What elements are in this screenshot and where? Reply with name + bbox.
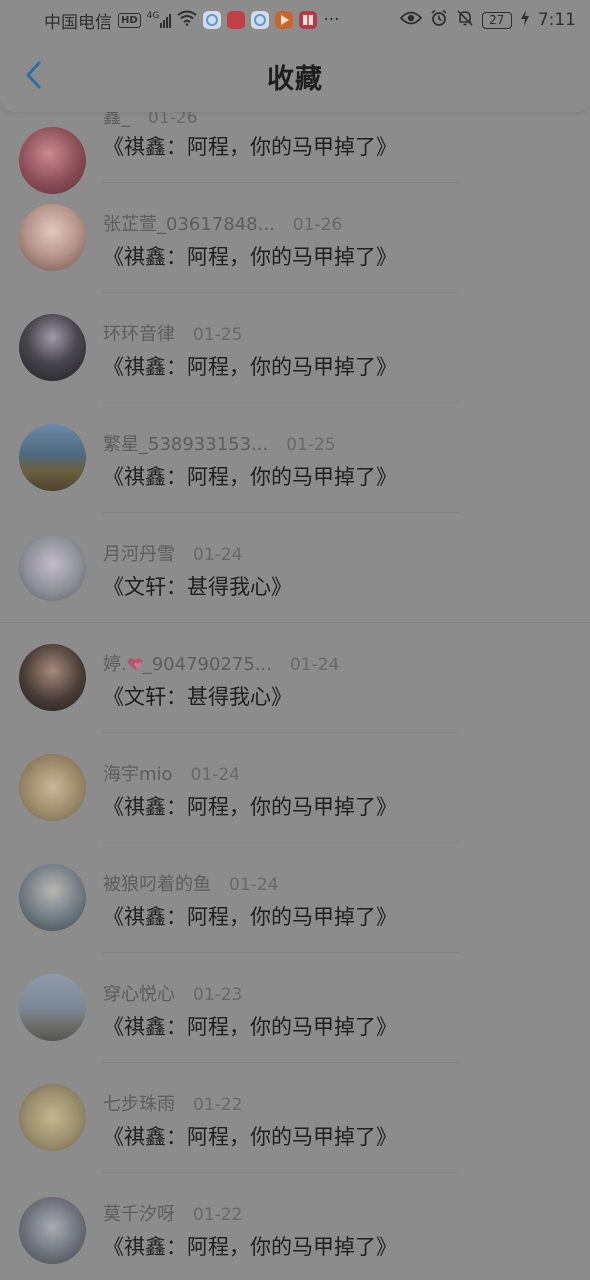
date: 01-23 xyxy=(193,985,243,1005)
wifi-icon xyxy=(177,10,197,31)
item-meta: 莫千汐呀 01-22 xyxy=(103,1200,242,1226)
list-item[interactable]: 张芷萱_03617848... 01-26 《祺鑫：阿程，你的马甲掉了》 xyxy=(0,183,590,293)
date: 01-24 xyxy=(193,545,243,565)
username: 繁星_538933153... xyxy=(103,434,269,455)
battery-indicator: 27 xyxy=(481,11,512,29)
item-title: 《文轩：甚得我心》 xyxy=(103,575,292,599)
list-item[interactable]: 穿心悦心 01-23 《祺鑫：阿程，你的马甲掉了》 xyxy=(0,953,590,1063)
item-meta: 月河丹雪 01-24 xyxy=(103,540,242,566)
list-item[interactable]: 莫千汐呀 01-22 《祺鑫：阿程，你的马甲掉了》 xyxy=(0,1173,590,1280)
eye-icon xyxy=(399,10,423,31)
bell-off-icon xyxy=(456,9,474,32)
avatar xyxy=(19,974,86,1041)
username: 穿心悦心 xyxy=(103,984,175,1005)
item-title: 《祺鑫：阿程，你的马甲掉了》 xyxy=(103,905,397,929)
item-title: 《文轩：甚得我心》 xyxy=(103,685,292,709)
app-icon-browser-2 xyxy=(251,11,270,29)
username: 莫千汐呀 xyxy=(103,1204,175,1225)
avatar xyxy=(19,534,86,601)
item-title: 《祺鑫：阿程，你的马甲掉了》 xyxy=(103,795,397,819)
list-item[interactable]: 被狼叼着的鱼 01-24 《祺鑫：阿程，你的马甲掉了》 xyxy=(0,843,590,953)
username: 七步珠雨 xyxy=(103,1094,175,1115)
list-item[interactable]: 环环音律 01-25 《祺鑫：阿程，你的马甲掉了》 xyxy=(0,293,590,403)
date: 01-24 xyxy=(289,655,340,675)
avatar xyxy=(19,1197,86,1264)
item-title: 《祺鑫：阿程，你的马甲掉了》 xyxy=(103,1125,397,1149)
status-bar: 中国电信 HD 4G ··· 27 7:11 xyxy=(0,0,590,40)
list-item[interactable]: 海宇mio 01-24 《祺鑫：阿程，你的马甲掉了》 xyxy=(0,733,590,843)
item-title: 《祺鑫：阿程，你的马甲掉了》 xyxy=(103,135,397,159)
item-meta: 穿心悦心 01-23 xyxy=(103,980,242,1006)
item-title: 《祺鑫：阿程，你的马甲掉了》 xyxy=(103,355,397,379)
date: 01-24 xyxy=(229,875,279,895)
lightning-icon xyxy=(520,9,530,31)
avatar xyxy=(19,1084,86,1151)
list-item[interactable]: 月河丹雪 01-24 《文轩：甚得我心》 xyxy=(0,513,590,623)
heart-icon xyxy=(127,655,143,670)
alarm-icon xyxy=(430,9,448,32)
chevron-left-icon xyxy=(24,60,42,94)
item-meta: 张芷萱_03617848... 01-26 xyxy=(103,210,342,236)
app-icon-red xyxy=(227,11,246,29)
item-title: 《祺鑫：阿程，你的马甲掉了》 xyxy=(103,1015,397,1039)
list-item[interactable]: 七步珠雨 01-22 《祺鑫：阿程，你的马甲掉了》 xyxy=(0,1063,590,1173)
item-title: 《祺鑫：阿程，你的马甲掉了》 xyxy=(103,1235,397,1259)
date: 01-26 xyxy=(292,215,343,235)
signal-icon: 4G xyxy=(147,12,172,28)
list-item[interactable]: 婷. _904790275... 01-24 《文轩：甚得我心》 xyxy=(0,623,590,733)
username: 海宇mio xyxy=(103,764,173,785)
date: 01-24 xyxy=(190,765,240,785)
date: 01-25 xyxy=(193,325,243,345)
item-title: 《祺鑫：阿程，你的马甲掉了》 xyxy=(103,245,397,269)
item-meta: 婷. _904790275... 01-24 xyxy=(103,650,339,676)
carrier-name: 中国电信 xyxy=(44,12,112,33)
username: 张芷萱_03617848... xyxy=(103,214,275,235)
avatar xyxy=(19,644,86,711)
date: 01-22 xyxy=(193,1095,243,1115)
app-icon-play xyxy=(275,11,294,29)
avatar xyxy=(19,754,86,821)
username-prefix: 婷. xyxy=(103,654,127,675)
avatar xyxy=(19,864,86,931)
app-icon-browser xyxy=(203,11,222,29)
item-meta: 被狼叼着的鱼 01-24 xyxy=(103,870,278,896)
username: 被狼叼着的鱼 xyxy=(103,874,211,895)
screen: 中国电信 HD 4G ··· 27 7:11 收藏 鑫_ 01-26 《祺鑫：阿… xyxy=(0,0,590,1280)
item-meta: 七步珠雨 01-22 xyxy=(103,1090,242,1116)
nav-bar: 收藏 xyxy=(0,40,590,112)
back-button[interactable] xyxy=(18,60,48,94)
item-meta: 繁星_538933153... 01-25 xyxy=(103,430,336,456)
avatar xyxy=(19,314,86,381)
date: 01-22 xyxy=(193,1205,243,1225)
hd-badge: HD xyxy=(118,12,141,28)
username: 婷. _904790275... xyxy=(103,650,272,676)
favorites-list: 鑫_ 01-26 《祺鑫：阿程，你的马甲掉了》 张芷萱_03617848... … xyxy=(0,0,590,1280)
item-title: 《祺鑫：阿程，你的马甲掉了》 xyxy=(103,465,397,489)
status-right: 27 7:11 xyxy=(399,9,576,32)
username: 环环音律 xyxy=(103,324,175,345)
signal-type: 4G xyxy=(146,11,160,21)
app-icon-book xyxy=(299,11,318,29)
avatar xyxy=(19,424,86,491)
status-left: 中国电信 HD 4G ··· xyxy=(44,8,340,33)
avatar xyxy=(19,204,86,271)
item-meta: 环环音律 01-25 xyxy=(103,320,242,346)
list-item[interactable]: 繁星_538933153... 01-25 《祺鑫：阿程，你的马甲掉了》 xyxy=(0,403,590,513)
username-suffix: _904790275... xyxy=(142,654,272,675)
item-meta: 海宇mio 01-24 xyxy=(103,760,240,786)
clock-time: 7:11 xyxy=(537,10,576,30)
page-title: 收藏 xyxy=(267,63,323,95)
username: 月河丹雪 xyxy=(103,544,175,565)
more-notifications: ··· xyxy=(323,10,340,30)
date: 01-25 xyxy=(286,435,336,455)
